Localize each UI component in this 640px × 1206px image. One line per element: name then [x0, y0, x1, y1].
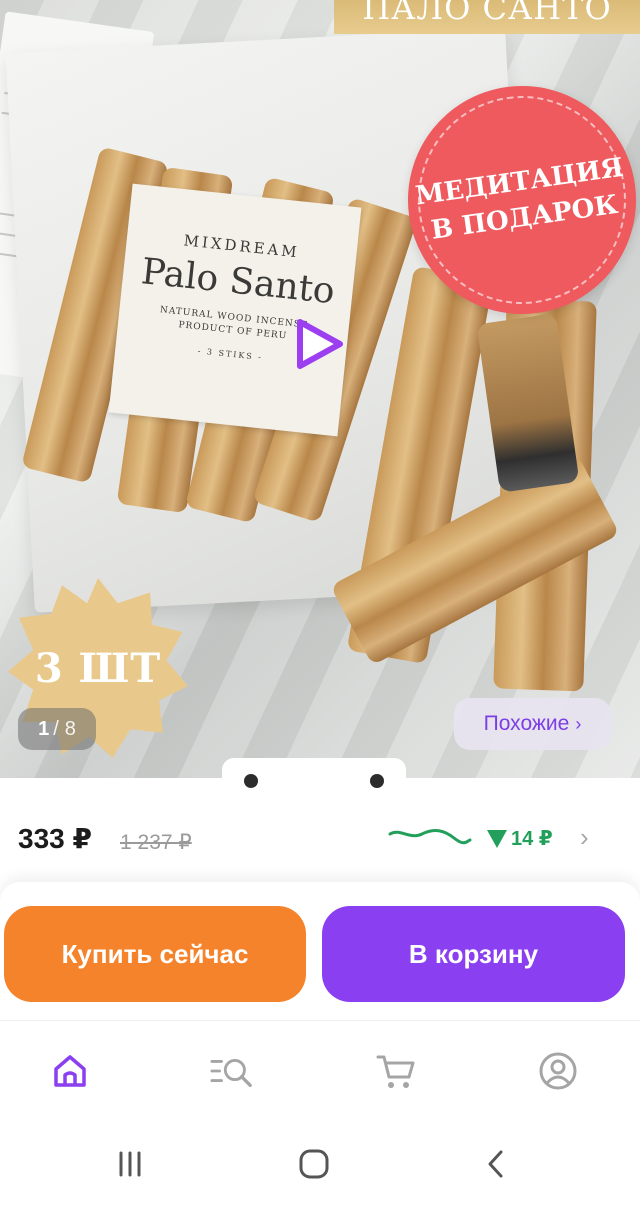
chevron-right-icon: ›	[575, 713, 582, 734]
catalog-search-icon	[210, 1059, 252, 1088]
product-image-gallery[interactable]: MIXDREAM Palo Santo NATURAL WOOD INCENSE…	[0, 0, 640, 778]
price-history-squiggle-icon	[388, 829, 472, 845]
chevron-right-icon[interactable]: ›	[580, 822, 589, 853]
play-icon[interactable]	[290, 316, 346, 372]
similar-products-button[interactable]: Похожие ›	[454, 698, 611, 750]
price-section[interactable]: 333 ₽ 1 237 ₽ 14 ₽ ›	[0, 778, 640, 886]
add-to-cart-button[interactable]: В корзину	[322, 906, 625, 1002]
image-counter: 1 / 8	[18, 708, 96, 750]
current-price: 333 ₽	[18, 823, 92, 854]
package-label: MIXDREAM Palo Santo NATURAL WOOD INCENSE…	[108, 183, 362, 437]
price-drop-indicator: 14 ₽	[487, 826, 553, 851]
back-icon[interactable]	[476, 1146, 516, 1182]
quantity-badge-text: 3 ШТ	[34, 644, 162, 692]
profile-icon	[539, 1052, 577, 1090]
nav-profile[interactable]	[536, 1049, 580, 1093]
cart-icon	[376, 1055, 415, 1088]
nav-cart[interactable]	[374, 1049, 418, 1093]
buy-now-button[interactable]: Купить сейчас	[4, 906, 306, 1002]
top-banner: ПАЛО САНТО	[334, 0, 640, 34]
purchase-actions: Купить сейчас В корзину	[0, 882, 640, 1020]
sheet-handle[interactable]	[222, 758, 406, 788]
home-button-icon[interactable]	[294, 1146, 334, 1182]
promo-line-2: В ПОДАРОК	[429, 189, 620, 246]
home-icon	[54, 1055, 86, 1087]
nav-catalog[interactable]	[210, 1049, 254, 1093]
price-drop-amount: 14 ₽	[511, 828, 553, 850]
old-price: 1 237 ₽	[120, 831, 192, 854]
bottom-navigation	[0, 1020, 640, 1120]
promo-line-1: МЕДИТАЦИЯ	[413, 152, 626, 212]
image-counter-separator: /	[53, 717, 59, 740]
system-navigation-bar	[0, 1120, 640, 1206]
image-counter-total: 8	[64, 717, 76, 740]
similar-products-label: Похожие	[483, 712, 570, 735]
nav-home[interactable]	[48, 1049, 92, 1093]
recent-apps-icon[interactable]	[110, 1146, 150, 1182]
down-arrow-icon	[487, 829, 507, 848]
image-counter-current: 1	[38, 717, 50, 740]
